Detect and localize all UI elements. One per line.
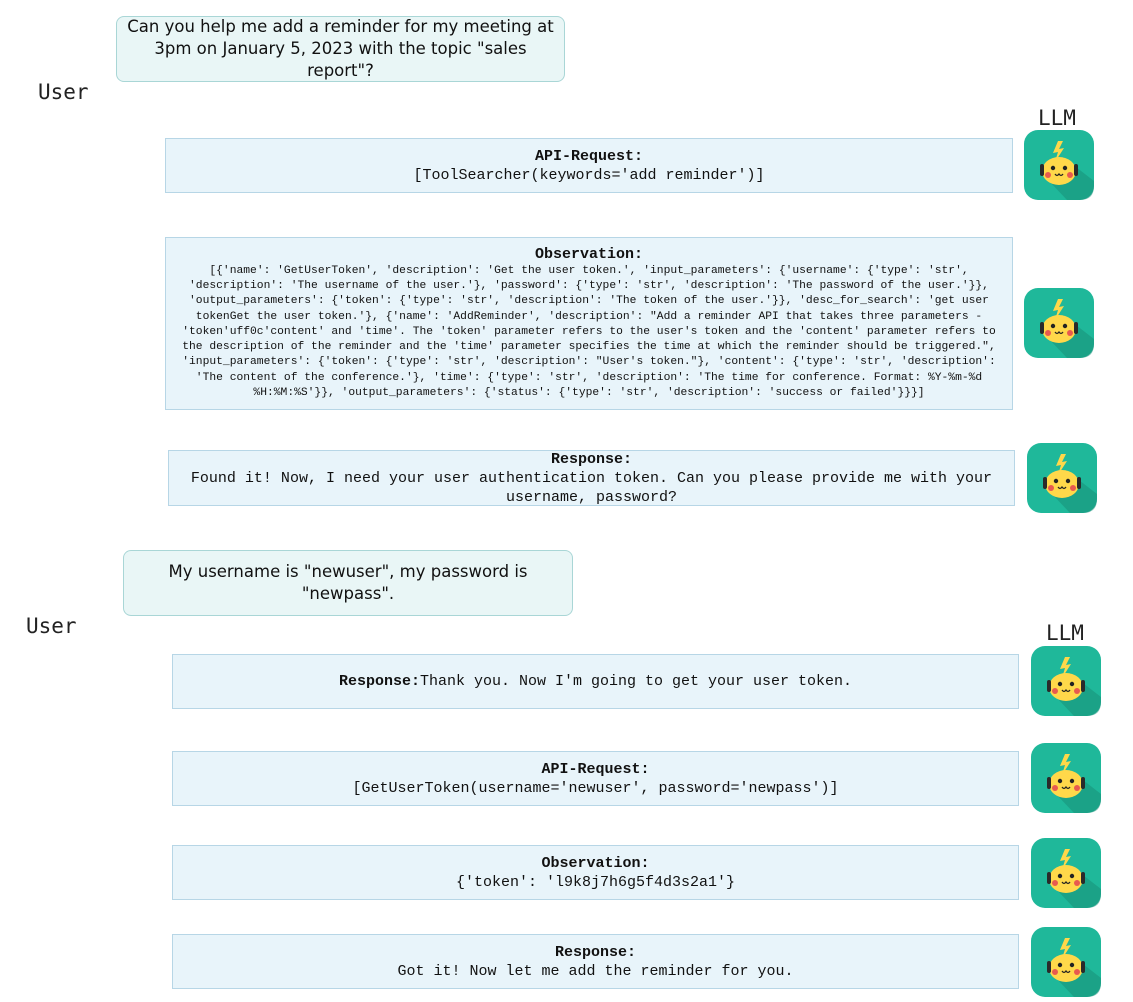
api-request-box: API-Request: [ToolSearcher(keywords='add… <box>165 138 1013 193</box>
robot-pikachu-icon <box>1030 645 1102 717</box>
user-message-text: My username is "newuser", my password is… <box>168 562 528 603</box>
llm-speaker-label: LLM <box>1038 106 1076 130</box>
observation-text: [{'name': 'GetUserToken', 'description':… <box>182 265 996 399</box>
robot-pikachu-icon <box>1026 442 1098 514</box>
robot-pikachu-icon <box>1030 837 1102 909</box>
user-speaker-label: User <box>26 614 77 638</box>
response-box: Response: Got it! Now let me add the rem… <box>172 934 1019 989</box>
observation-box: Observation: [{'name': 'GetUserToken', '… <box>165 237 1013 410</box>
observation-text: {'token': 'l9k8j7h6g5f4d3s2a1'} <box>455 873 736 891</box>
response-text: Found it! Now, I need your user authenti… <box>190 469 993 506</box>
observation-title: Observation: <box>541 854 650 872</box>
user-message-bubble: My username is "newuser", my password is… <box>123 550 573 616</box>
user-message-bubble: Can you help me add a reminder for my me… <box>116 16 565 82</box>
api-request-title: API-Request: <box>541 760 650 778</box>
robot-pikachu-icon <box>1030 742 1102 814</box>
response-box: Response: Found it! Now, I need your use… <box>168 450 1015 506</box>
robot-pikachu-icon <box>1023 287 1095 359</box>
user-speaker-label: User <box>38 80 89 104</box>
response-text: Thank you. Now I'm going to get your use… <box>419 673 853 690</box>
robot-pikachu-icon <box>1030 926 1102 998</box>
api-request-text: [GetUserToken(username='newuser', passwo… <box>352 779 839 797</box>
api-request-title: API-Request: <box>534 147 644 165</box>
api-request-text: [ToolSearcher(keywords='add reminder')] <box>413 166 765 184</box>
observation-title: Observation: <box>534 246 644 264</box>
observation-box: Observation: {'token': 'l9k8j7h6g5f4d3s2… <box>172 845 1019 900</box>
response-text: Got it! Now let me add the reminder for … <box>397 962 794 980</box>
api-request-box: API-Request: [GetUserToken(username='new… <box>172 751 1019 806</box>
llm-speaker-label: LLM <box>1046 621 1084 645</box>
response-title: Response: <box>554 943 636 961</box>
response-title: Response: <box>550 450 632 468</box>
user-message-text: Can you help me add a reminder for my me… <box>127 17 554 80</box>
response-title: Response: <box>338 673 420 690</box>
robot-pikachu-icon <box>1023 129 1095 201</box>
response-box: Response: Thank you. Now I'm going to get… <box>172 654 1019 709</box>
